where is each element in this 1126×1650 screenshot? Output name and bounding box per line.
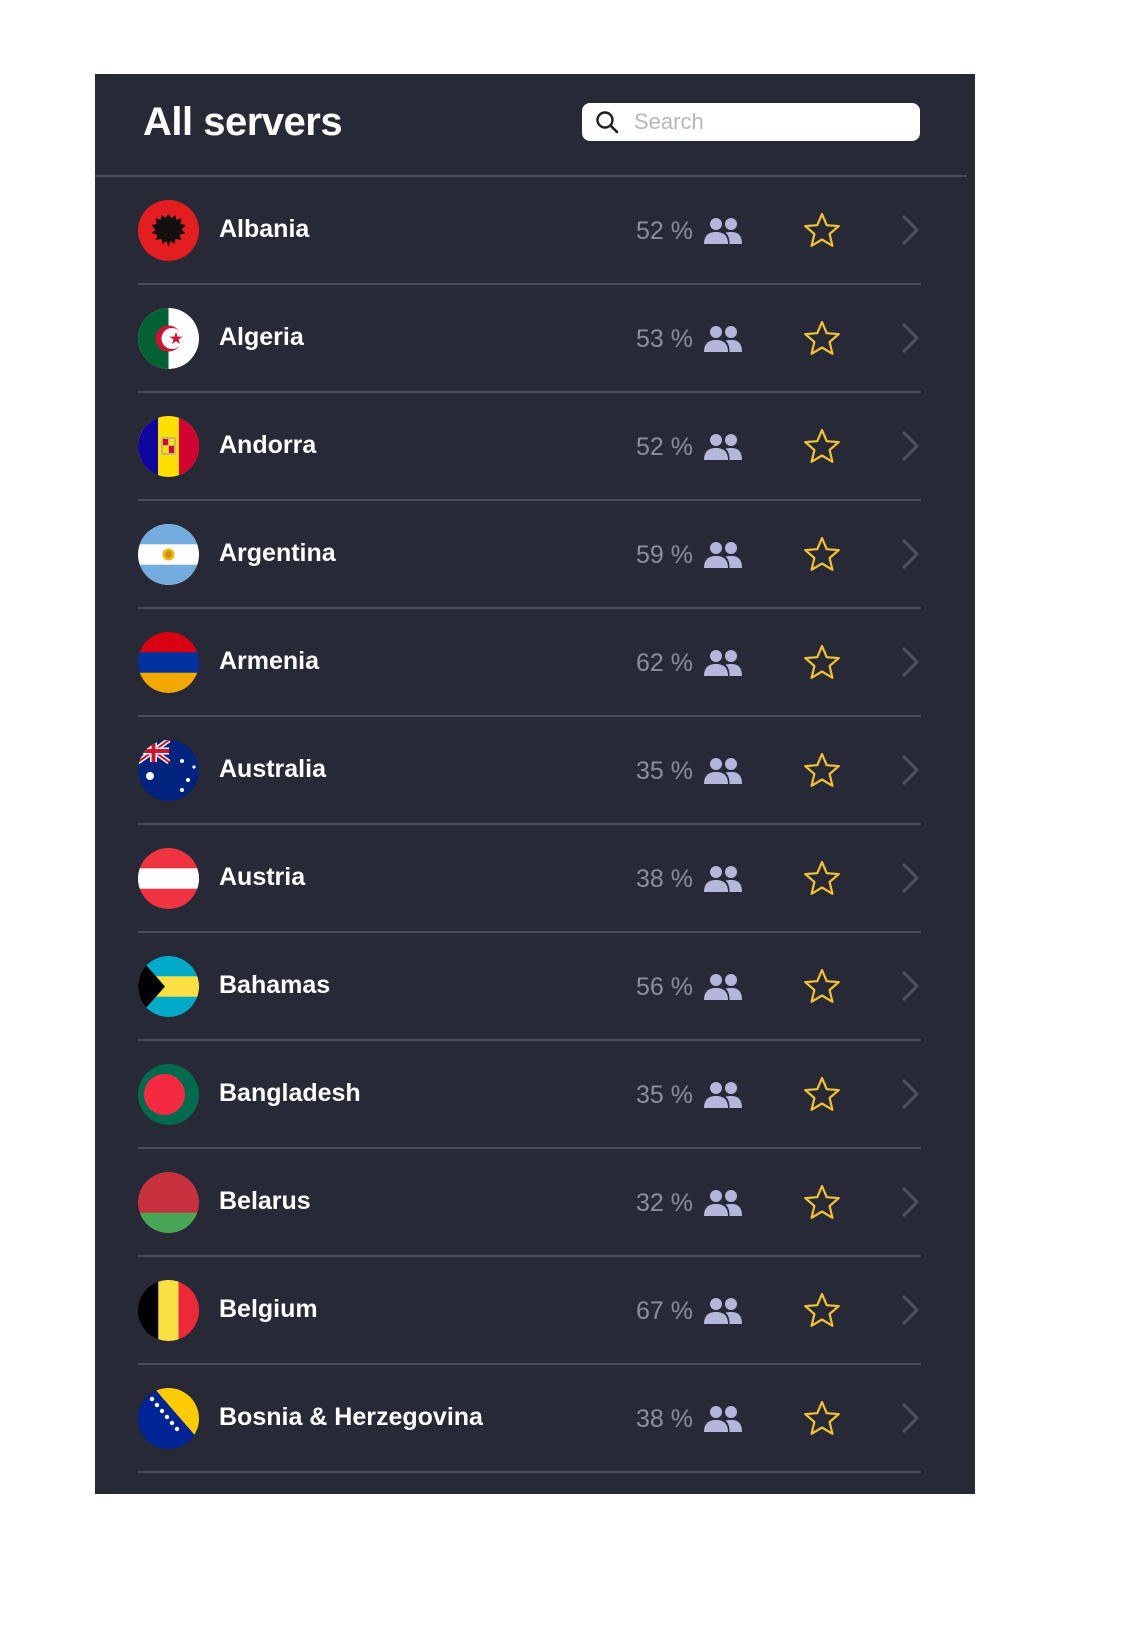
users-icon <box>704 1190 742 1216</box>
server-load: 52 % <box>636 433 693 461</box>
chevron-right-icon[interactable] <box>901 1402 921 1434</box>
users-icon <box>704 650 742 676</box>
chevron-right-icon[interactable] <box>901 1078 921 1110</box>
country-name: Austria <box>219 863 306 891</box>
country-name: Bahamas <box>219 971 331 999</box>
users-icon <box>704 218 742 244</box>
server-load: 38 % <box>636 865 693 893</box>
country-name: Australia <box>219 755 326 783</box>
servers-panel: All servers Albania 52 % Algeria 53 % <box>95 74 975 1494</box>
users-icon <box>704 758 742 784</box>
flag-be-icon <box>138 1280 199 1341</box>
flag-al-icon <box>138 200 199 261</box>
server-list: Albania 52 % Algeria 53 % Andorra 52 % A… <box>138 177 921 1473</box>
country-name: Bosnia & Herzegovina <box>219 1403 483 1431</box>
favorite-star-icon[interactable] <box>802 967 842 1007</box>
server-row-bd[interactable]: Bangladesh 35 % <box>138 1041 921 1149</box>
server-load: 67 % <box>636 1297 693 1325</box>
server-row-au[interactable]: Australia 35 % <box>138 717 921 825</box>
chevron-right-icon[interactable] <box>901 754 921 786</box>
server-load: 38 % <box>636 1405 693 1433</box>
page-title: All servers <box>143 100 343 144</box>
search-box[interactable] <box>582 103 920 141</box>
favorite-star-icon[interactable] <box>802 1183 842 1223</box>
country-name: Bangladesh <box>219 1079 361 1107</box>
flag-ba-icon <box>138 1388 199 1449</box>
server-load: 62 % <box>636 649 693 677</box>
server-row-al[interactable]: Albania 52 % <box>138 177 921 285</box>
favorite-star-icon[interactable] <box>802 859 842 899</box>
server-load: 59 % <box>636 541 693 569</box>
flag-am-icon <box>138 632 199 693</box>
chevron-right-icon[interactable] <box>901 1186 921 1218</box>
chevron-right-icon[interactable] <box>901 430 921 462</box>
country-name: Andorra <box>219 431 317 459</box>
favorite-star-icon[interactable] <box>802 535 842 575</box>
server-row-be[interactable]: Belgium 67 % <box>138 1257 921 1365</box>
country-name: Armenia <box>219 647 320 675</box>
country-name: Belgium <box>219 1295 318 1323</box>
search-input[interactable] <box>632 108 906 136</box>
server-row-bs[interactable]: Bahamas 56 % <box>138 933 921 1041</box>
server-load: 32 % <box>636 1189 693 1217</box>
flag-ad-icon <box>138 416 199 477</box>
server-load: 35 % <box>636 757 693 785</box>
server-row-ba[interactable]: Bosnia & Herzegovina 38 % <box>138 1365 921 1473</box>
flag-ar-icon <box>138 524 199 585</box>
server-load: 56 % <box>636 973 693 1001</box>
users-icon <box>704 434 742 460</box>
chevron-right-icon[interactable] <box>901 214 921 246</box>
chevron-right-icon[interactable] <box>901 862 921 894</box>
country-name: Albania <box>219 215 310 243</box>
users-icon <box>704 866 742 892</box>
favorite-star-icon[interactable] <box>802 643 842 683</box>
favorite-star-icon[interactable] <box>802 427 842 467</box>
server-row-am[interactable]: Armenia 62 % <box>138 609 921 717</box>
flag-dz-icon <box>138 308 199 369</box>
favorite-star-icon[interactable] <box>802 1399 842 1439</box>
server-row-at[interactable]: Austria 38 % <box>138 825 921 933</box>
server-load: 35 % <box>636 1081 693 1109</box>
chevron-right-icon[interactable] <box>901 538 921 570</box>
flag-by-icon <box>138 1172 199 1233</box>
server-row-ar[interactable]: Argentina 59 % <box>138 501 921 609</box>
users-icon <box>704 1082 742 1108</box>
server-row-dz[interactable]: Algeria 53 % <box>138 285 921 393</box>
users-icon <box>704 1406 742 1432</box>
favorite-star-icon[interactable] <box>802 319 842 359</box>
favorite-star-icon[interactable] <box>802 1075 842 1115</box>
favorite-star-icon[interactable] <box>802 1291 842 1331</box>
users-icon <box>704 974 742 1000</box>
search-icon <box>596 111 619 134</box>
server-load: 53 % <box>636 325 693 353</box>
favorite-star-icon[interactable] <box>802 211 842 251</box>
server-load: 52 % <box>636 217 693 245</box>
country-name: Argentina <box>219 539 336 567</box>
server-row-ad[interactable]: Andorra 52 % <box>138 393 921 501</box>
flag-bd-icon <box>138 1064 199 1125</box>
flag-au-icon <box>138 740 199 801</box>
header: All servers <box>95 74 967 177</box>
users-icon <box>704 1298 742 1324</box>
favorite-star-icon[interactable] <box>802 751 842 791</box>
server-row-by[interactable]: Belarus 32 % <box>138 1149 921 1257</box>
country-name: Belarus <box>219 1187 311 1215</box>
chevron-right-icon[interactable] <box>901 970 921 1002</box>
country-name: Algeria <box>219 323 304 351</box>
users-icon <box>704 326 742 352</box>
chevron-right-icon[interactable] <box>901 646 921 678</box>
flag-at-icon <box>138 848 199 909</box>
flag-bs-icon <box>138 956 199 1017</box>
chevron-right-icon[interactable] <box>901 1294 921 1326</box>
users-icon <box>704 542 742 568</box>
chevron-right-icon[interactable] <box>901 322 921 354</box>
